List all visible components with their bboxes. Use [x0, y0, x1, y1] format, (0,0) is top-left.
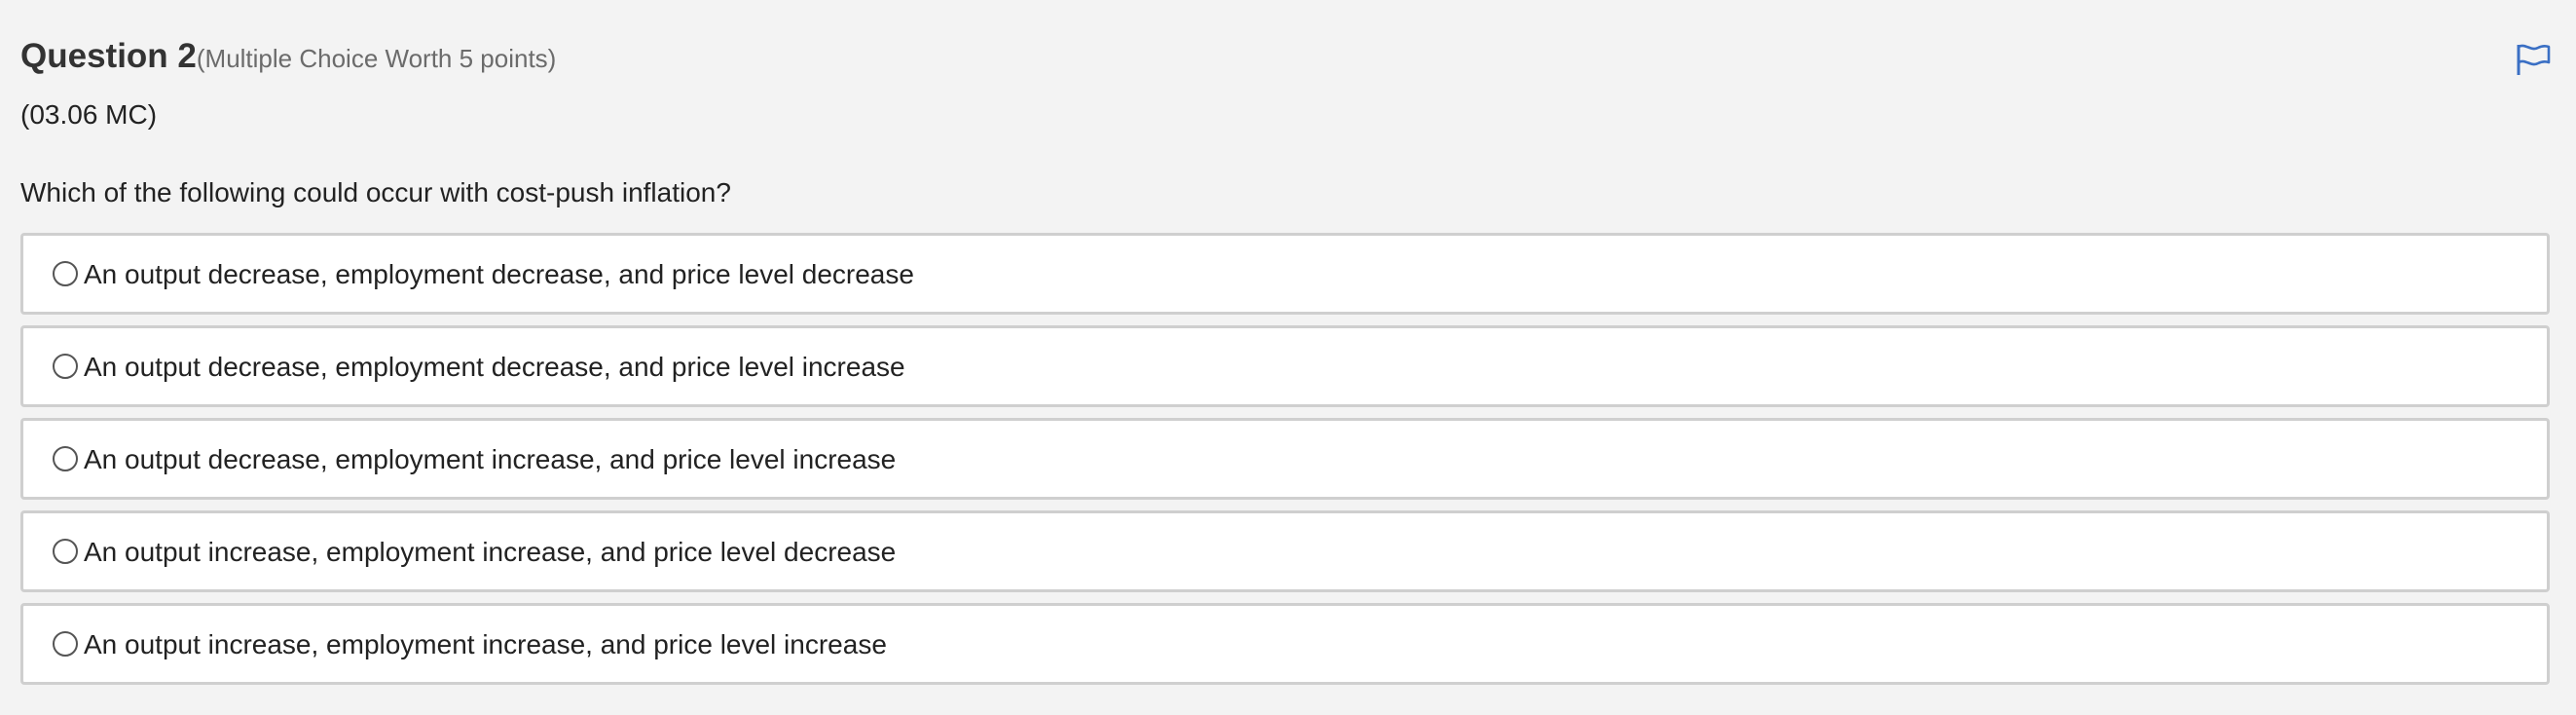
question-points: (Multiple Choice Worth 5 points): [196, 44, 557, 73]
radio-button-4[interactable]: [53, 539, 78, 564]
answer-option-3[interactable]: An output decrease, employment increase,…: [20, 418, 2550, 500]
answer-option-1[interactable]: An output decrease, employment decrease,…: [20, 233, 2550, 315]
answer-option-label: An output decrease, employment decrease,…: [84, 259, 914, 289]
radio-button-5[interactable]: [53, 631, 78, 657]
answer-option-2[interactable]: An output decrease, employment decrease,…: [20, 325, 2550, 407]
answer-option-4[interactable]: An output increase, employment increase,…: [20, 510, 2550, 592]
question-code: (03.06 MC): [20, 99, 158, 130]
answer-option-label: An output increase, employment increase,…: [84, 629, 887, 659]
radio-button-3[interactable]: [53, 446, 78, 471]
radio-button-2[interactable]: [53, 354, 78, 379]
answer-option-label: An output increase, employment increase,…: [84, 537, 897, 567]
question-title: Question 2: [20, 37, 197, 75]
flag-icon[interactable]: [2516, 43, 2551, 76]
answer-option-label: An output decrease, employment decrease,…: [84, 352, 905, 382]
question-prompt: Which of the following could occur with …: [20, 177, 731, 207]
answer-option-5[interactable]: An output increase, employment increase,…: [20, 603, 2550, 685]
radio-button-1[interactable]: [53, 261, 78, 286]
answer-options: An output decrease, employment decrease,…: [20, 233, 2550, 696]
question-header: Question 2(Multiple Choice Worth 5 point…: [20, 37, 556, 84]
answer-option-label: An output decrease, employment increase,…: [84, 444, 897, 474]
